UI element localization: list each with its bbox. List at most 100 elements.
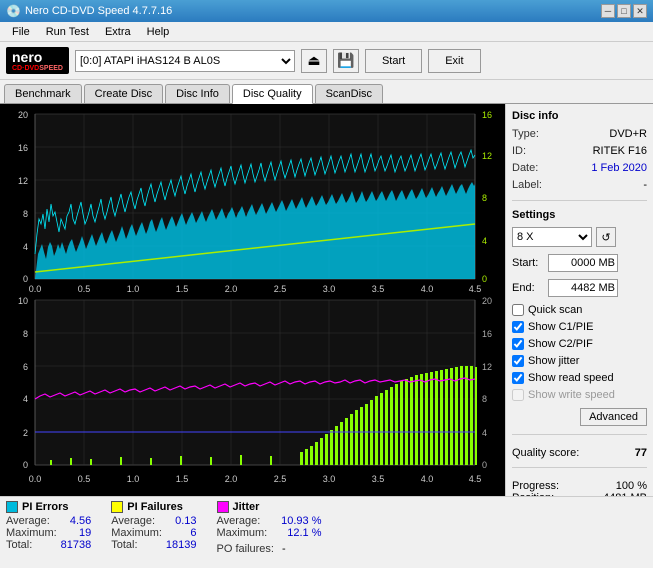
svg-text:16: 16 <box>482 110 492 120</box>
svg-text:2: 2 <box>23 428 28 438</box>
menu-extra[interactable]: Extra <box>97 24 139 40</box>
title-bar: 💿 Nero CD-DVD Speed 4.7.7.16 ─ □ ✕ <box>0 0 653 22</box>
svg-text:8: 8 <box>23 329 28 339</box>
svg-text:4.0: 4.0 <box>421 474 434 484</box>
menu-file[interactable]: File <box>4 24 38 40</box>
show-c1pie-checkbox[interactable] <box>512 321 524 333</box>
svg-text:1.0: 1.0 <box>127 284 140 294</box>
svg-text:20: 20 <box>18 110 28 120</box>
tab-benchmark[interactable]: Benchmark <box>4 84 82 103</box>
svg-text:3.5: 3.5 <box>372 474 385 484</box>
save-button[interactable]: 💾 <box>333 49 359 73</box>
pi-errors-label: PI Errors <box>22 501 68 513</box>
start-button[interactable]: Start <box>365 49 422 73</box>
nero-logo: nero CD·DVDSPEED <box>6 47 69 74</box>
disc-date-label: Date: <box>512 162 538 174</box>
show-c2pif-label: Show C2/PIF <box>528 338 593 350</box>
svg-text:2.0: 2.0 <box>225 474 238 484</box>
disc-type-label: Type: <box>512 128 539 140</box>
pif-avg-value: 0.13 <box>175 515 196 527</box>
pi-avg-label: Average: <box>6 515 50 527</box>
eject-button[interactable]: ⏏ <box>301 49 327 73</box>
pif-max-label: Maximum: <box>111 527 162 539</box>
progress-label: Progress: <box>512 480 559 492</box>
quick-scan-checkbox[interactable] <box>512 304 524 316</box>
pi-total-value: 81738 <box>61 539 92 551</box>
jitter-label: Jitter <box>233 501 260 513</box>
pi-failures-color <box>111 501 123 513</box>
right-panel: Disc info Type: DVD+R ID: RITEK F16 Date… <box>505 104 653 496</box>
menu-run-test[interactable]: Run Test <box>38 24 97 40</box>
svg-text:1.0: 1.0 <box>127 474 140 484</box>
svg-text:1.5: 1.5 <box>176 474 189 484</box>
tab-bar: Benchmark Create Disc Disc Info Disc Qua… <box>0 80 653 104</box>
show-c1pie-label: Show C1/PIE <box>528 321 593 333</box>
progress-section: Progress: 100 % Position: 4481 MB Speed:… <box>512 480 647 496</box>
show-jitter-checkbox[interactable] <box>512 355 524 367</box>
disc-id-value: RITEK F16 <box>593 145 647 157</box>
svg-text:0: 0 <box>482 460 487 470</box>
disc-id-label: ID: <box>512 145 526 157</box>
tab-scan-disc[interactable]: ScanDisc <box>315 84 383 103</box>
drive-select[interactable]: [0:0] ATAPI iHAS124 B AL0S <box>75 50 295 72</box>
main-content: 20 16 12 8 4 0 16 12 8 4 0 0.0 0.5 1.0 1… <box>0 104 653 496</box>
show-read-speed-checkbox[interactable] <box>512 372 524 384</box>
pi-errors-color <box>6 501 18 513</box>
svg-text:3.0: 3.0 <box>323 284 336 294</box>
pi-max-label: Maximum: <box>6 527 57 539</box>
svg-text:0.0: 0.0 <box>29 284 42 294</box>
show-c2pif-checkbox[interactable] <box>512 338 524 350</box>
disc-date-value: 1 Feb 2020 <box>591 162 647 174</box>
svg-text:8: 8 <box>482 193 487 203</box>
svg-text:0: 0 <box>482 274 487 284</box>
show-write-speed-label: Show write speed <box>528 389 615 401</box>
svg-text:0.5: 0.5 <box>78 284 91 294</box>
tab-create-disc[interactable]: Create Disc <box>84 84 163 103</box>
pif-avg-label: Average: <box>111 515 155 527</box>
svg-text:3.5: 3.5 <box>372 284 385 294</box>
tab-disc-info[interactable]: Disc Info <box>165 84 230 103</box>
show-read-speed-label: Show read speed <box>528 372 614 384</box>
svg-text:2.5: 2.5 <box>274 284 287 294</box>
end-label: End: <box>512 282 544 294</box>
close-button[interactable]: ✕ <box>633 4 647 18</box>
speed-select[interactable]: 8 X 4 X 12 X 16 X <box>512 227 592 247</box>
maximize-button[interactable]: □ <box>617 4 631 18</box>
app-title: Nero CD-DVD Speed 4.7.7.16 <box>25 5 172 17</box>
menu-help[interactable]: Help <box>139 24 178 40</box>
quick-scan-label: Quick scan <box>528 304 582 316</box>
tab-disc-quality[interactable]: Disc Quality <box>232 84 313 104</box>
exit-button[interactable]: Exit <box>428 49 480 73</box>
svg-text:0.5: 0.5 <box>78 474 91 484</box>
app-icon: 💿 <box>6 4 21 18</box>
toolbar: nero CD·DVDSPEED [0:0] ATAPI iHAS124 B A… <box>0 42 653 80</box>
disc-info-title: Disc info <box>512 110 647 122</box>
jitter-avg-value: 10.93 % <box>281 515 321 527</box>
svg-text:0: 0 <box>23 460 28 470</box>
disc-label-label: Label: <box>512 179 542 191</box>
advanced-button[interactable]: Advanced <box>580 408 647 426</box>
position-label: Position: <box>512 492 554 496</box>
quality-score-label: Quality score: <box>512 447 579 459</box>
end-input[interactable] <box>548 279 618 297</box>
svg-text:4.5: 4.5 <box>469 474 482 484</box>
svg-text:12: 12 <box>18 176 28 186</box>
jitter-avg-label: Average: <box>217 515 261 527</box>
svg-text:2.0: 2.0 <box>225 284 238 294</box>
minimize-button[interactable]: ─ <box>601 4 615 18</box>
svg-text:10: 10 <box>18 296 28 306</box>
svg-text:4: 4 <box>482 236 487 246</box>
svg-text:12: 12 <box>482 151 492 161</box>
position-value: 4481 MB <box>603 492 647 496</box>
svg-text:4: 4 <box>482 428 487 438</box>
pi-max-value: 19 <box>79 527 91 539</box>
pi-total-label: Total: <box>6 539 32 551</box>
disc-type-value: DVD+R <box>609 128 647 140</box>
jitter-max-label: Maximum: <box>217 527 268 539</box>
svg-text:8: 8 <box>23 209 28 219</box>
po-failures-label: PO failures: <box>217 543 274 555</box>
start-input[interactable] <box>548 254 618 272</box>
refresh-button[interactable]: ↺ <box>596 227 616 247</box>
svg-text:1.5: 1.5 <box>176 284 189 294</box>
menu-bar: File Run Test Extra Help <box>0 22 653 42</box>
